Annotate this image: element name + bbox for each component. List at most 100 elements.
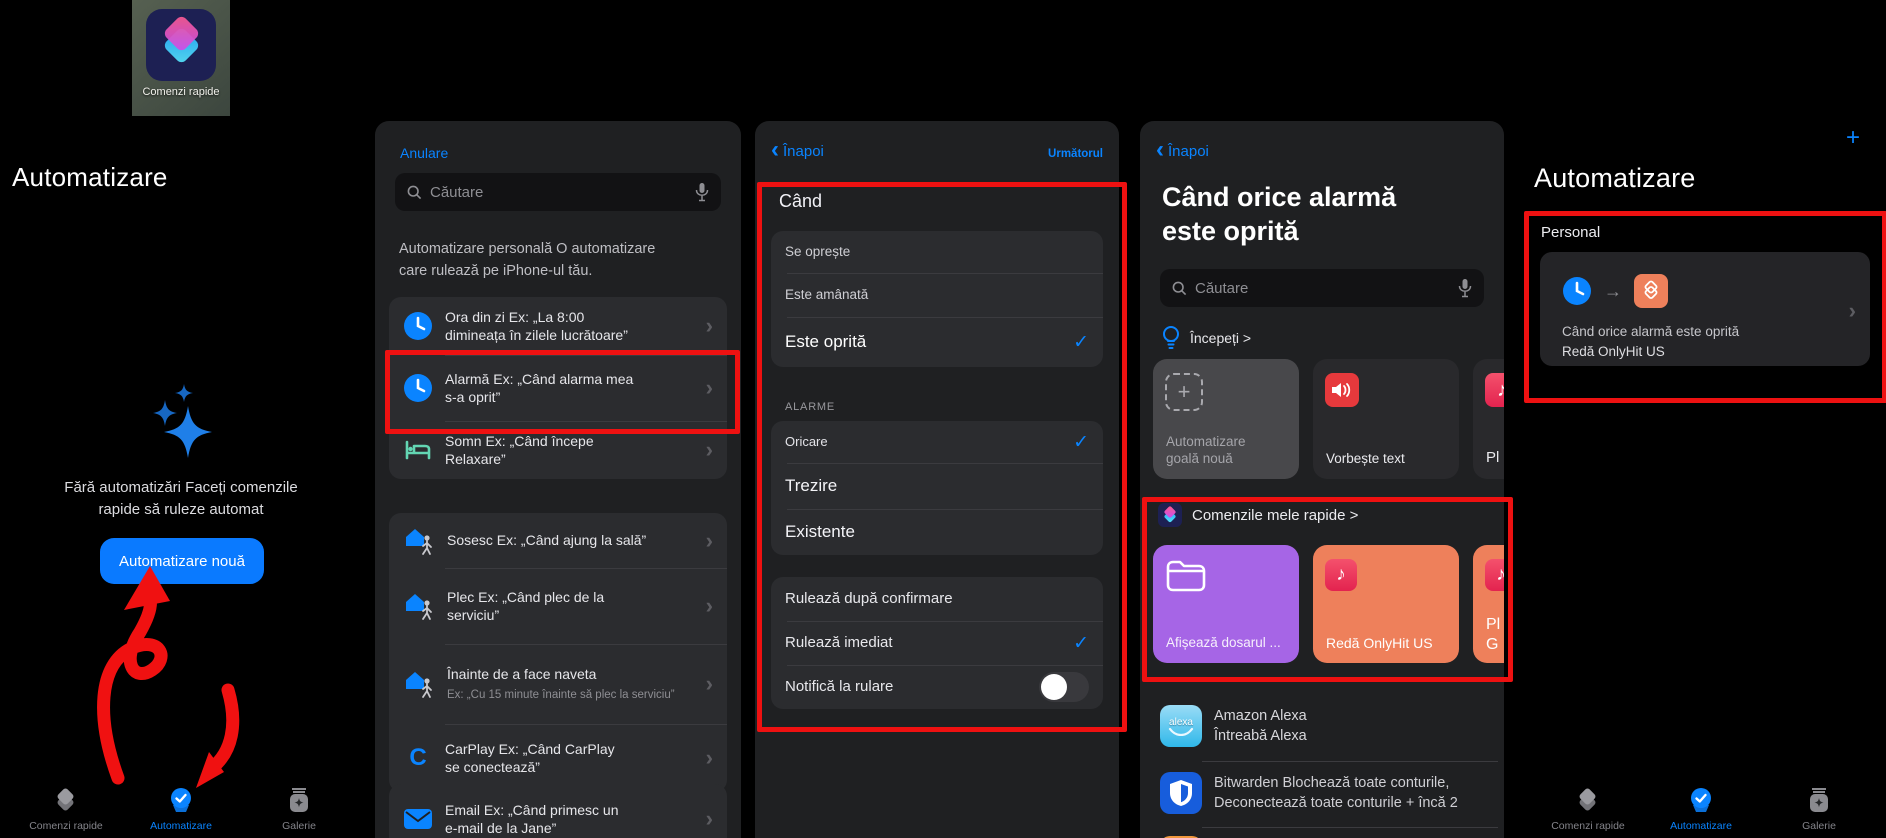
list-item-leave[interactable]: Plec Ex: „Când plec de laserviciu” › <box>389 568 727 644</box>
music-note-icon: ♪ <box>1485 373 1504 407</box>
item-line1: Somn Ex: „Când începe <box>445 433 594 449</box>
checkmark-icon: ✓ <box>1073 431 1089 454</box>
list-item-arrive[interactable]: Sosesc Ex: „Când ajung la sală” › <box>389 513 727 568</box>
list-item-time-of-day[interactable]: Ora din zi Ex: „La 8:00dimineața în zile… <box>389 297 727 355</box>
empty-state-text: Fără automatizări Faceți comenzile rapid… <box>20 477 342 521</box>
option-este-amanata[interactable]: Este amânată <box>771 273 1103 317</box>
state-options-group: Se oprește Este amânată Este oprită ✓ <box>771 231 1103 367</box>
tab-shortcuts[interactable]: Comenzi rapide <box>6 787 126 832</box>
option-oricare[interactable]: Oricare ✓ <box>771 421 1103 463</box>
get-started-row[interactable]: Începeți > <box>1162 325 1251 351</box>
trigger-group-1: Ora din zi Ex: „La 8:00dimineața în zile… <box>389 297 727 479</box>
home-app-tile: Comenzi rapide <box>132 0 230 116</box>
chevron-right-icon: › <box>706 530 713 552</box>
tile-blank-automation[interactable]: + Automatizaregoală nouă <box>1153 359 1299 479</box>
search-icon <box>407 185 422 200</box>
home-commute-icon <box>403 668 435 700</box>
list-item-carplay[interactable]: C CarPlay Ex: „Când CarPlayse conectează… <box>389 724 727 792</box>
automation-tab-icon <box>1686 787 1716 813</box>
app-subtitle: Întreabă Alexa <box>1214 728 1307 744</box>
item-line1: Ora din zi Ex: „La 8:00 <box>445 309 584 325</box>
option-label: Rulează după confirmare <box>785 589 1089 609</box>
option-trezire[interactable]: Trezire <box>771 463 1103 509</box>
list-item-alarm[interactable]: Alarmă Ex: „Când alarma meas-a oprit” › <box>389 355 727 421</box>
tile-show-folder[interactable]: Afișează dosarul ... <box>1153 545 1299 663</box>
item-line1: Sosesc Ex: „Când ajung la sală” <box>447 532 646 548</box>
list-item-email[interactable]: Email Ex: „Când primesc une-mail de la J… <box>389 784 727 838</box>
option-label: Notifică la rulare <box>785 677 1027 697</box>
option-este-oprita[interactable]: Este oprită ✓ <box>771 317 1103 367</box>
option-label: Rulează imediat <box>785 633 1061 653</box>
chevron-right-icon: › <box>706 673 713 695</box>
card-action-text: Redă OnlyHit US <box>1562 344 1665 359</box>
next-button[interactable]: Următorul <box>1048 148 1103 160</box>
my-shortcuts-header[interactable]: Comenzile mele rapide > <box>1158 503 1358 527</box>
shortcuts-tab-icon <box>1573 787 1603 813</box>
alarms-section-header: ALARME <box>785 401 835 413</box>
speaker-icon <box>1325 373 1359 407</box>
tab-gallery[interactable]: Galerie <box>1759 787 1879 832</box>
back-label: Înapoi <box>783 143 824 160</box>
list-item-sleep[interactable]: Somn Ex: „Când începeRelaxare” › <box>389 421 727 479</box>
checkmark-icon: ✓ <box>1073 331 1089 354</box>
back-button[interactable]: ‹ Înapoi <box>771 143 824 160</box>
suggestion-tiles: + Automatizaregoală nouă Vorbește text ♪… <box>1140 359 1504 479</box>
alarm-clock-icon <box>403 373 433 403</box>
option-se-opreste[interactable]: Se oprește <box>771 231 1103 273</box>
mic-icon[interactable] <box>695 182 709 202</box>
run-options-group: Rulează după confirmare Rulează imediat … <box>771 577 1103 709</box>
option-label: Oricare <box>785 433 1061 450</box>
tab-automation[interactable]: Automatizare <box>1641 787 1761 832</box>
search-input[interactable]: Căutare <box>1160 269 1484 307</box>
option-existente[interactable]: Existente <box>771 509 1103 555</box>
automation-tab-icon <box>166 787 196 813</box>
tab-label: Automatizare <box>1641 820 1761 832</box>
list-item-alexa[interactable]: alexa Amazon AlexaÎntreabă Alexa <box>1146 695 1498 757</box>
option-run-immediately[interactable]: Rulează imediat ✓ <box>771 621 1103 665</box>
notify-toggle-off[interactable] <box>1039 672 1089 702</box>
new-automation-button[interactable]: Automatizare nouă <box>100 538 264 584</box>
tile-label: Afișează dosarul ... <box>1166 635 1281 650</box>
screenshot-canvas: Comenzi rapide Automatizare Fără automat… <box>0 0 1886 838</box>
trigger-group-2: Sosesc Ex: „Când ajung la sală” › Plec E… <box>389 513 727 792</box>
tab-label: Galerie <box>239 820 359 832</box>
tab-label: Galerie <box>1759 820 1879 832</box>
home-leave-icon <box>403 590 435 622</box>
tab-gallery[interactable]: Galerie <box>239 787 359 832</box>
add-automation-button[interactable]: + <box>1846 124 1860 152</box>
home-arrive-icon <box>403 525 435 557</box>
tile-label: Vorbește text <box>1326 451 1405 466</box>
option-run-after-confirm[interactable]: Rulează după confirmare <box>771 577 1103 621</box>
tile-speak-text[interactable]: Vorbește text <box>1313 359 1459 479</box>
music-note-icon: ♪ <box>1485 559 1504 591</box>
tab-label: Comenzi rapide <box>1528 820 1648 832</box>
bed-icon <box>403 435 433 465</box>
tab-shortcuts[interactable]: Comenzi rapide <box>1528 787 1648 832</box>
chevron-right-icon: › <box>706 747 713 769</box>
tile-partial-shortcut[interactable]: ♪ PlG <box>1473 545 1504 663</box>
carplay-icon: C <box>403 743 433 773</box>
app-subtitle: Deconectează toate conturile + încă 2 <box>1214 795 1458 811</box>
list-item-partial[interactable] <box>1146 827 1498 838</box>
shortcuts-app-icon[interactable] <box>146 9 216 81</box>
shortcuts-tab-icon <box>51 787 81 813</box>
bitwarden-app-icon <box>1160 772 1202 814</box>
trigger-group-3: Email Ex: „Când primesc une-mail de la J… <box>389 784 727 838</box>
back-chevron-icon: ‹ <box>771 143 779 157</box>
automation-card[interactable]: → › Când orice alarmă este oprită Redă O… <box>1540 252 1870 366</box>
cancel-link[interactable]: Anulare <box>400 145 448 161</box>
search-placeholder: Căutare <box>1195 280 1450 297</box>
tile-partial-suggestion[interactable]: ♪ Pl <box>1473 359 1504 479</box>
mic-icon[interactable] <box>1458 278 1472 298</box>
tile-play-onlyhit[interactable]: ♪ Redă OnlyHit US <box>1313 545 1459 663</box>
option-notify-on-run[interactable]: Notifică la rulare <box>771 665 1103 709</box>
back-button[interactable]: ‹ Înapoi <box>1156 143 1209 160</box>
intro-line1: Automatizare personală O automatizare <box>399 241 655 257</box>
item-line2: e-mail de la Jane” <box>445 820 556 836</box>
tab-label: Comenzi rapide <box>6 820 126 832</box>
item-line1: Plec Ex: „Când plec de la <box>447 589 604 605</box>
list-item-bitwarden[interactable]: Bitwarden Blochează toate conturile,Deco… <box>1146 761 1498 825</box>
search-input[interactable]: Căutare <box>395 173 721 211</box>
list-item-commute[interactable]: Înainte de a face navetaEx: „Cu 15 minut… <box>389 644 727 724</box>
tab-automation[interactable]: Automatizare <box>121 787 241 832</box>
